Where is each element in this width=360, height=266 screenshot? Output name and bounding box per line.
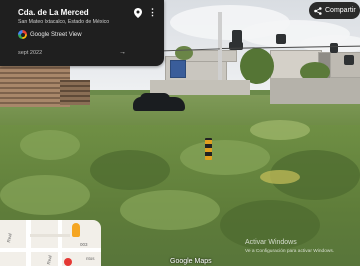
google-logo-icon [18, 30, 27, 39]
minimap-label: Real [6, 232, 13, 243]
pegman-icon[interactable] [72, 223, 80, 237]
source-label: Google Street View [30, 31, 82, 38]
arrow-icon[interactable]: → [119, 49, 126, 56]
minimap-label: 003 [80, 242, 88, 247]
google-maps-watermark: Google Maps [170, 258, 212, 265]
activate-windows-subtitle: Ve a Configuración para activar Windows. [245, 249, 335, 254]
street-view-source-link[interactable]: Google Street View [18, 30, 82, 39]
share-icon [314, 6, 322, 15]
share-button[interactable]: Compartir [309, 2, 360, 19]
minimap-label: ntos [86, 256, 95, 261]
place-pin-icon[interactable] [134, 8, 142, 18]
capture-date-button[interactable]: sept 2022 [18, 50, 42, 56]
minimap-label: Real [46, 254, 53, 265]
location-marker-icon [64, 258, 72, 266]
activate-windows-title: Activar Windows [245, 239, 297, 246]
location-title: Cda. de La Merced [18, 8, 89, 17]
minimap[interactable]: Real 003 Real ntos [0, 220, 101, 266]
more-vert-icon[interactable]: ⋮ [148, 7, 157, 18]
location-info-card: Cda. de La Merced San Mateo Ixtacalco, E… [0, 0, 164, 66]
location-subtitle: San Mateo Ixtacalco, Estado de México [18, 19, 110, 25]
share-label: Compartir [325, 7, 356, 14]
